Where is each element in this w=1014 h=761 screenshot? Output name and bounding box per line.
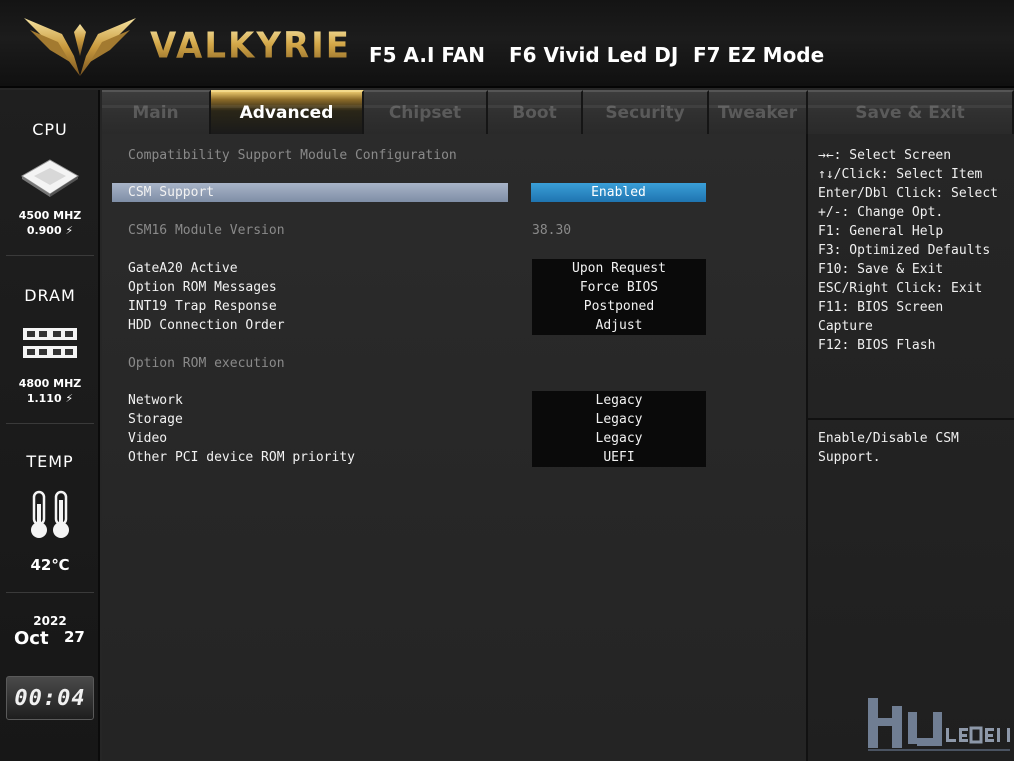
help-key-line: Enter/Dbl Click: Select (818, 186, 999, 201)
date-year: 2022 (33, 614, 67, 628)
dram-voltage: 1.110 ⚡ (26, 392, 74, 405)
dram-title: DRAM (24, 286, 76, 305)
valkyrie-wings-logo (24, 18, 136, 76)
video-rom-label[interactable]: Video (128, 429, 167, 448)
help-key-line: →←: Select Screen (818, 148, 952, 163)
tab-boot[interactable]: Boot (488, 90, 583, 134)
thermometer-icon (31, 490, 69, 538)
brand-name: VALKYRIE (150, 25, 352, 67)
help-key-line: F1: General Help (818, 224, 944, 239)
help-key-line: Capture (818, 319, 873, 334)
option-rom-messages-value[interactable]: Force BIOS (532, 278, 706, 297)
storage-rom-label[interactable]: Storage (128, 410, 183, 429)
cpu-voltage: 0.900 ⚡ (26, 224, 74, 237)
csm-support-value[interactable]: Enabled (531, 183, 706, 202)
help-key-line: ↑↓/Click: Select Item (818, 167, 983, 182)
site-watermark-logo (868, 698, 1010, 751)
csm16-version-value: 38.30 (532, 223, 572, 238)
csm-support-label[interactable]: CSM Support (128, 183, 214, 202)
sidebar-divider (6, 423, 94, 424)
int19-trap-value[interactable]: Postponed (532, 297, 706, 316)
cpu-title: CPU (32, 120, 68, 139)
header-bar: VALKYRIE F5 A.I FAN F6 Vivid Led DJ F7 E… (0, 0, 1014, 88)
tab-security[interactable]: Security (583, 90, 709, 134)
option-rom-messages-label[interactable]: Option ROM Messages (128, 278, 277, 297)
help-panel: →←: Select Screen ↑↓/Click: Select Item … (806, 134, 1014, 761)
memory-module-icon (23, 328, 77, 358)
sidebar-divider (6, 255, 94, 256)
cpu-chip-icon (21, 159, 79, 197)
other-pci-rom-label[interactable]: Other PCI device ROM priority (128, 448, 355, 467)
tab-advanced[interactable]: Advanced (211, 90, 364, 134)
clock-time: 00:04 (14, 685, 86, 711)
int19-trap-label[interactable]: INT19 Trap Response (128, 297, 277, 316)
temp-title: TEMP (26, 452, 74, 471)
cpu-frequency: 4500 MHZ (18, 209, 82, 222)
help-key-line: F12: BIOS Flash (818, 338, 936, 353)
sidebar-divider (6, 592, 94, 593)
gatea20-value[interactable]: Upon Request (532, 259, 706, 278)
system-status-sidebar: CPU 4500 MHZ 0.900 ⚡ DRAM 4800 MHZ 1.110… (0, 90, 100, 761)
csm16-version-label: CSM16 Module Version (128, 223, 285, 238)
clock-display: 00:04 (6, 676, 94, 720)
gatea20-label[interactable]: GateA20 Active (128, 259, 238, 278)
main-tab-bar: Main Advanced Chipset Boot Security Twea… (102, 90, 1014, 134)
tab-tweaker[interactable]: Tweaker (709, 90, 808, 134)
video-rom-value[interactable]: Legacy (532, 429, 706, 448)
ai-fan-hotkey[interactable]: F5 A.I FAN (369, 43, 485, 67)
help-divider (808, 418, 1014, 420)
tab-main[interactable]: Main (102, 90, 211, 134)
settings-panel: Compatibility Support Module Configurati… (102, 134, 806, 761)
tab-chipset[interactable]: Chipset (364, 90, 488, 134)
tab-save-exit[interactable]: Save & Exit (808, 90, 1014, 134)
hdd-connection-order-label[interactable]: HDD Connection Order (128, 316, 285, 335)
date-day: 27 (64, 628, 85, 646)
other-pci-rom-value[interactable]: UEFI (532, 448, 706, 467)
help-key-line: F11: BIOS Screen (818, 300, 944, 315)
dram-frequency: 4800 MHZ (18, 377, 82, 390)
help-description-line: Enable/Disable CSM (818, 431, 959, 446)
network-rom-value[interactable]: Legacy (532, 391, 706, 410)
rom-section-title: Option ROM execution (128, 356, 285, 371)
help-key-line: ESC/Right Click: Exit (818, 281, 983, 296)
network-rom-label[interactable]: Network (128, 391, 183, 410)
help-key-line: +/-: Change Opt. (818, 205, 944, 220)
date-month: Oct (14, 628, 49, 649)
storage-rom-value[interactable]: Legacy (532, 410, 706, 429)
hdd-connection-order-value[interactable]: Adjust (532, 316, 706, 335)
temperature-value: 42℃ (30, 556, 70, 574)
section-title: Compatibility Support Module Configurati… (128, 148, 457, 163)
help-description-line: Support. (818, 450, 881, 465)
help-key-line: F3: Optimized Defaults (818, 243, 991, 258)
ez-mode-hotkey[interactable]: F7 EZ Mode (693, 43, 824, 67)
help-key-line: F10: Save & Exit (818, 262, 944, 277)
vivid-led-dj-hotkey[interactable]: F6 Vivid Led DJ (509, 43, 678, 67)
